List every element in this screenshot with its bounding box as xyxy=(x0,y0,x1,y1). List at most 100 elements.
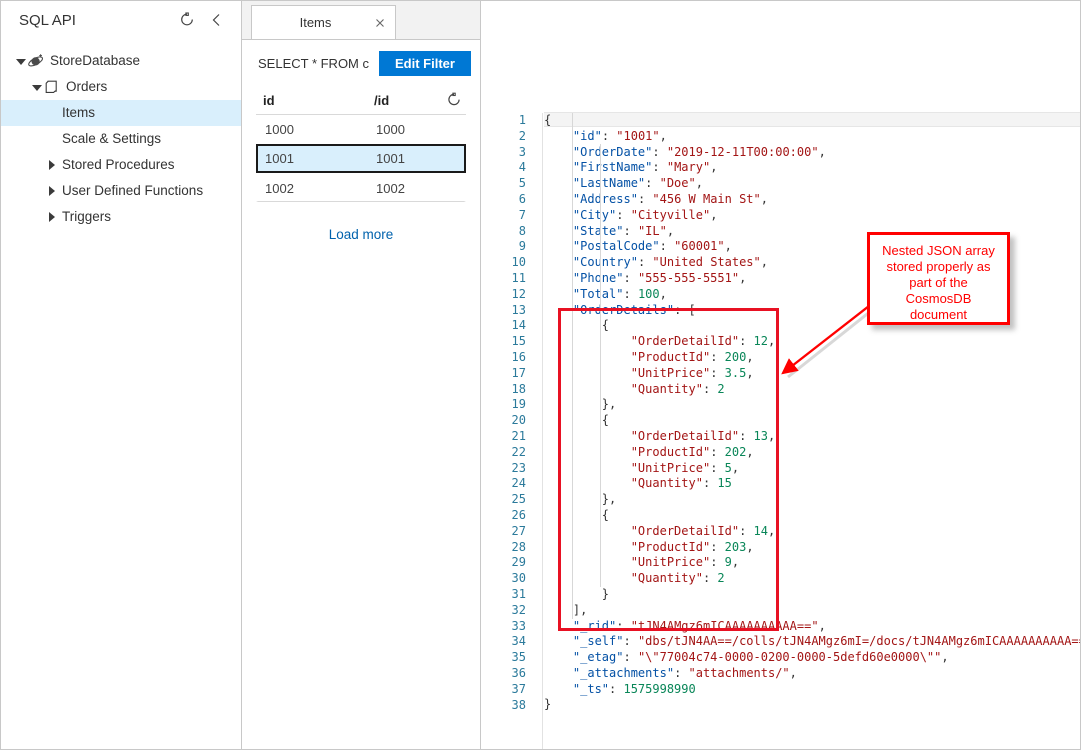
code-token: "OrderDate" xyxy=(573,145,652,159)
annotation-callout: Nested JSON array stored properly as par… xyxy=(867,232,1010,325)
chevron-left-icon[interactable] xyxy=(209,12,225,28)
code-token: "Address" xyxy=(573,192,638,206)
code-token: "\"77004c74-0000-0200-0000-5defd60e0000\… xyxy=(638,650,941,664)
line-number: 29 xyxy=(481,555,526,571)
code-token: 5 xyxy=(725,461,732,475)
sidebar-item-scale-and-settings[interactable]: Scale & Settings xyxy=(1,126,241,152)
code-token xyxy=(544,208,573,222)
load-more-link[interactable]: Load more xyxy=(329,227,394,242)
chevron-right-icon[interactable] xyxy=(46,211,58,223)
code-token: "_ts" xyxy=(573,682,609,696)
line-number: 30 xyxy=(481,571,526,587)
refresh-icon[interactable] xyxy=(446,92,462,108)
code-token: 2 xyxy=(717,571,724,585)
table-row[interactable]: 1000 1000 xyxy=(256,115,466,144)
code-token xyxy=(544,255,573,269)
collection-icon xyxy=(43,78,61,96)
table-row[interactable]: 1002 1002 xyxy=(256,173,466,202)
sidebar-item-items[interactable]: Items xyxy=(1,100,241,126)
chevron-down-icon[interactable] xyxy=(15,55,27,67)
chevron-right-icon[interactable] xyxy=(46,159,58,171)
json-document-content[interactable]: { "id": "1001", "OrderDate": "2019-12-11… xyxy=(544,113,1080,713)
code-token: 12 xyxy=(754,334,768,348)
code-token: 2 xyxy=(717,382,724,396)
code-token: , xyxy=(819,145,826,159)
code-token: 1575998990 xyxy=(623,682,695,696)
line-number: 21 xyxy=(481,429,526,445)
code-line: "UnitPrice": 9, xyxy=(544,555,1080,571)
code-line: "ProductId": 200, xyxy=(544,350,1080,366)
line-number: 14 xyxy=(481,318,526,334)
tree-item-label: StoreDatabase xyxy=(50,54,140,68)
code-token: "_attachments" xyxy=(573,666,674,680)
code-token: : xyxy=(710,540,724,554)
code-token: : [ xyxy=(674,303,696,317)
code-token: : xyxy=(739,429,753,443)
refresh-icon[interactable] xyxy=(179,12,195,28)
tree-item-label: Stored Procedures xyxy=(58,158,175,172)
line-number: 11 xyxy=(481,271,526,287)
code-token xyxy=(544,524,631,538)
code-line: "Quantity": 2 xyxy=(544,571,1080,587)
code-token: "Quantity" xyxy=(631,476,703,490)
code-token: "2019-12-11T00:00:00" xyxy=(667,145,819,159)
code-token: "OrderDetailId" xyxy=(631,524,739,538)
code-token: : xyxy=(602,129,616,143)
sidebar-item-triggers[interactable]: Triggers xyxy=(1,204,241,230)
chevron-down-icon[interactable] xyxy=(31,81,43,93)
code-token xyxy=(544,271,573,285)
code-token xyxy=(544,145,573,159)
code-token xyxy=(544,160,573,174)
code-token: : xyxy=(645,176,659,190)
edit-filter-button[interactable]: Edit Filter xyxy=(379,51,471,76)
sidebar-header: SQL API xyxy=(1,1,241,39)
code-token: : xyxy=(652,145,666,159)
code-line: "ProductId": 202, xyxy=(544,445,1080,461)
sidebar-item-stored-procedures[interactable]: Stored Procedures xyxy=(1,152,241,178)
code-token: , xyxy=(696,176,703,190)
code-line: { xyxy=(544,413,1080,429)
code-line: ], xyxy=(544,603,1080,619)
code-token: , xyxy=(941,650,948,664)
code-token: , xyxy=(746,540,753,554)
line-number: 25 xyxy=(481,492,526,508)
tree-item-storedatabase[interactable]: StoreDatabase xyxy=(1,48,241,74)
code-line: "UnitPrice": 3.5, xyxy=(544,366,1080,382)
close-icon[interactable] xyxy=(373,16,387,30)
json-editor-pane[interactable]: 1234567891011121314151617181920212223242… xyxy=(481,1,1080,749)
line-number: 36 xyxy=(481,666,526,682)
indent-guide xyxy=(572,113,573,619)
sidebar-item-user-defined-functions[interactable]: User Defined Functions xyxy=(1,178,241,204)
code-token: : xyxy=(739,334,753,348)
cell-partition-key: 1001 xyxy=(376,151,464,166)
code-token: : xyxy=(623,634,637,648)
code-token xyxy=(544,366,631,380)
code-line: "FirstName": "Mary", xyxy=(544,160,1080,176)
line-number: 34 xyxy=(481,634,526,650)
code-token: ], xyxy=(544,603,587,617)
gutter-divider xyxy=(542,113,543,749)
line-number: 19 xyxy=(481,397,526,413)
cell-id: 1001 xyxy=(258,151,376,166)
code-token: , xyxy=(768,524,775,538)
code-token: }, xyxy=(544,492,616,506)
chevron-right-icon[interactable] xyxy=(46,185,58,197)
code-token: , xyxy=(732,555,739,569)
code-token: : xyxy=(623,224,637,238)
code-token: : xyxy=(638,255,652,269)
code-line: "OrderDetailId": 12, xyxy=(544,334,1080,350)
tab-items[interactable]: Items xyxy=(251,5,396,39)
code-token: "456 W Main St" xyxy=(652,192,760,206)
tree-item-label: User Defined Functions xyxy=(58,184,203,198)
code-token xyxy=(544,429,631,443)
code-token: , xyxy=(819,619,826,633)
code-token: , xyxy=(710,208,717,222)
code-token: : xyxy=(674,666,688,680)
code-token: }, xyxy=(544,397,616,411)
code-token: , xyxy=(732,461,739,475)
code-token: "IL" xyxy=(638,224,667,238)
code-token: } xyxy=(544,697,551,711)
json-editor-surface[interactable]: 1234567891011121314151617181920212223242… xyxy=(481,113,1080,749)
table-row-selected[interactable]: 1001 1001 xyxy=(256,144,466,173)
tree-item-orders[interactable]: Orders xyxy=(1,74,241,100)
